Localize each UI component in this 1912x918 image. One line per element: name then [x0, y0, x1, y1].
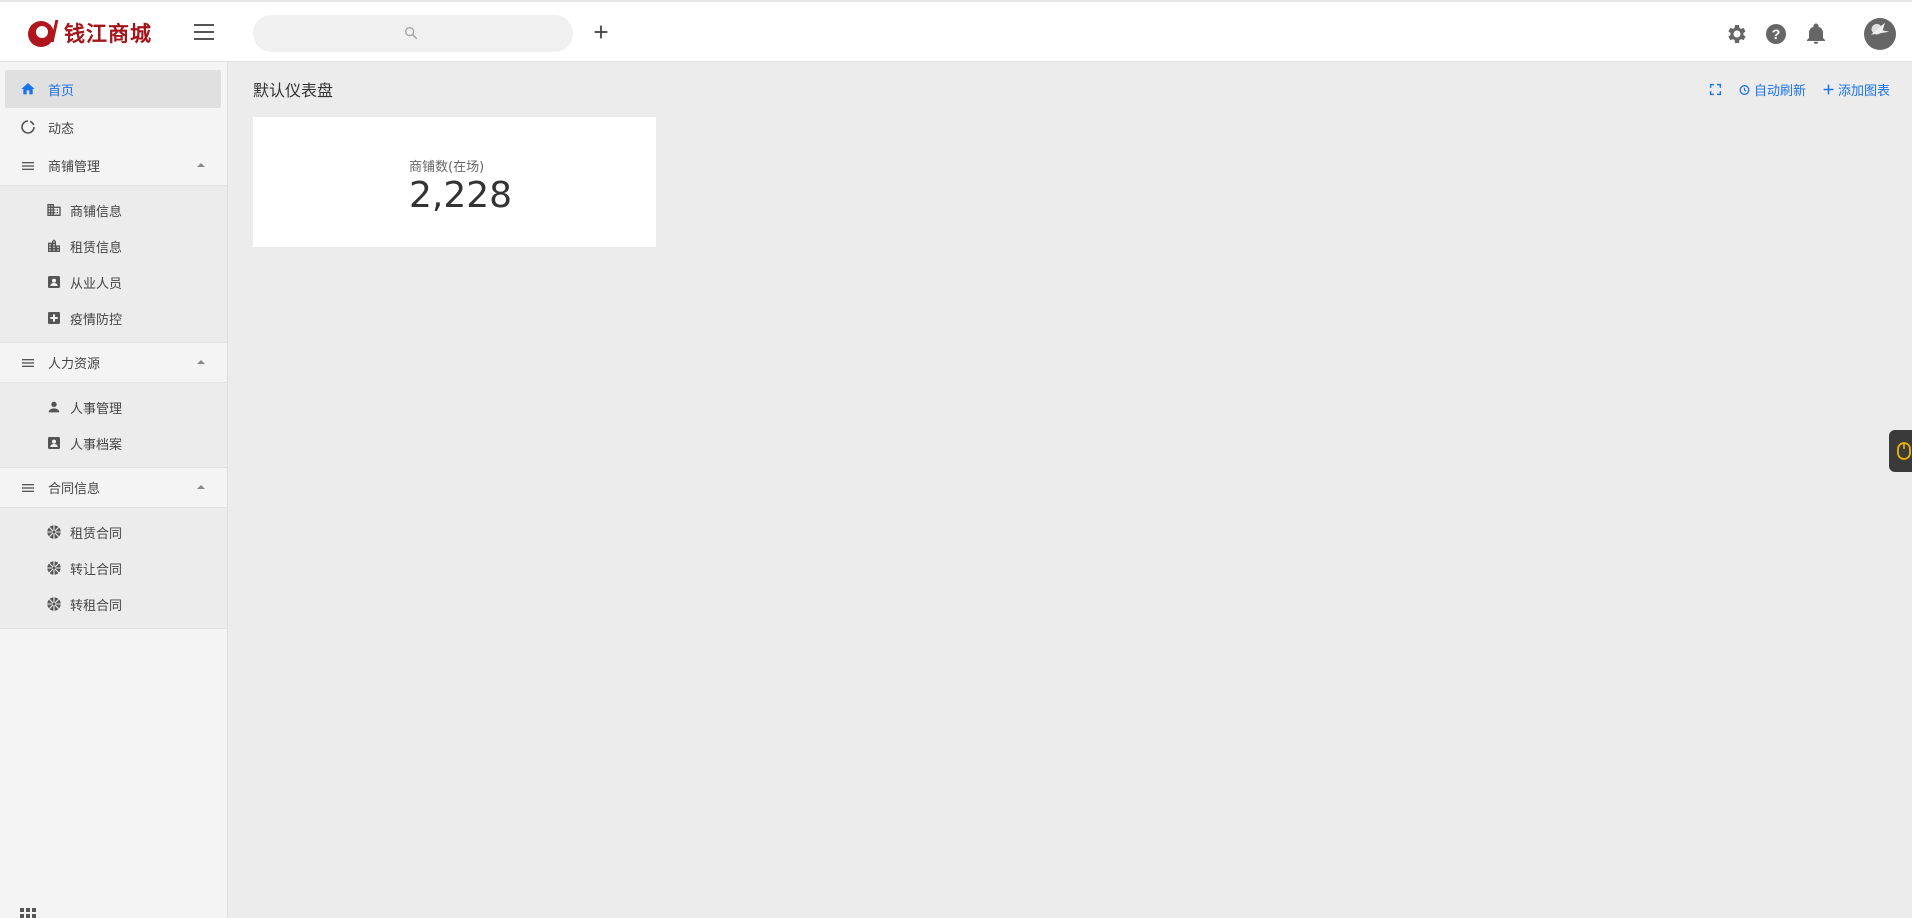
- sidebar-group-label: 商铺管理: [48, 160, 101, 175]
- sidebar-item-label: 转租合同: [70, 598, 123, 614]
- loading-circle-icon: [21, 120, 35, 134]
- bell-icon[interactable]: [1804, 22, 1828, 46]
- page-title: 默认仪表盘: [253, 81, 334, 100]
- aperture-icon: [47, 525, 61, 539]
- floating-side-tab[interactable]: [1889, 430, 1912, 472]
- gear-icon[interactable]: [1724, 22, 1748, 46]
- search-input[interactable]: [269, 15, 559, 52]
- contact-card-icon: [48, 276, 60, 288]
- sidebar-item-label: 人事档案: [70, 437, 123, 453]
- sidebar-item-transfer-contract[interactable]: 转让合同: [0, 550, 227, 586]
- sidebar-group-label: 人力资源: [48, 357, 101, 372]
- sidebar-group-shop-management[interactable]: 商铺管理: [0, 146, 227, 186]
- sidebar-item-personnel-files[interactable]: 人事档案: [0, 425, 227, 461]
- timer-icon: [1739, 85, 1750, 96]
- stat-card-label: 商铺数(在场): [409, 160, 485, 175]
- sidebar-item-lease-contract[interactable]: 租赁合同: [0, 514, 227, 550]
- sidebar-item-label: 转让合同: [70, 562, 123, 578]
- mouse-icon: [1897, 442, 1911, 460]
- lines-icon: [22, 358, 34, 367]
- person-icon: [48, 401, 60, 413]
- sidebar-group-contracts[interactable]: 合同信息: [0, 468, 227, 508]
- add-chart-label: 添加图表: [1837, 84, 1890, 99]
- sidebar-item-activity[interactable]: 动态: [0, 108, 227, 146]
- menu-icon[interactable]: [194, 24, 214, 40]
- aperture-icon: [47, 561, 61, 575]
- dashboard-actions: 自动刷新 添加图表: [1709, 80, 1890, 99]
- sidebar-item-label: 租赁信息: [70, 240, 123, 256]
- apps-grid-icon[interactable]: [20, 908, 36, 918]
- sidebar-item-sublease-contract[interactable]: 转租合同: [0, 586, 227, 622]
- top-bar: 钱江商城 ?: [0, 0, 1912, 62]
- sidebar-item-label: 租赁合同: [70, 526, 123, 542]
- sidebar-submenu: 人事管理 人事档案: [0, 383, 227, 468]
- sidebar-item-shop-info[interactable]: 商铺信息: [0, 192, 227, 228]
- add-chart-button[interactable]: 添加图表: [1822, 80, 1890, 99]
- building-icon: [47, 204, 61, 216]
- help-icon[interactable]: ?: [1764, 22, 1788, 46]
- search-box[interactable]: [253, 15, 573, 52]
- auto-refresh-label: 自动刷新: [1753, 84, 1806, 99]
- sidebar-item-label: 首页: [48, 83, 75, 99]
- sidebar-submenu: 租赁合同 转让合同 转租合同: [0, 508, 227, 629]
- sidebar-group-human-resources[interactable]: 人力资源: [0, 343, 227, 383]
- city-icon: [48, 239, 60, 252]
- sidebar-item-staff[interactable]: 从业人员: [0, 264, 227, 300]
- svg-text:?: ?: [1772, 26, 1781, 42]
- app-logo[interactable]: 钱江商城: [26, 16, 152, 50]
- sidebar-item-personnel[interactable]: 人事管理: [0, 389, 227, 425]
- plus-icon[interactable]: [590, 21, 612, 43]
- medical-plus-icon: [48, 312, 60, 324]
- fullscreen-icon[interactable]: [1709, 83, 1722, 96]
- lines-icon: [22, 483, 34, 492]
- logo-text: 钱江商城: [64, 22, 152, 46]
- chevron-up-icon: [197, 163, 205, 167]
- sidebar-submenu: 商铺信息 租赁信息 从业人员 疫情防控: [0, 186, 227, 343]
- aperture-icon: [47, 597, 61, 611]
- sidebar-group-label: 合同信息: [48, 482, 101, 497]
- stat-card-value: 2,228: [409, 175, 513, 216]
- header-actions: ?: [1724, 18, 1896, 50]
- logo-mark: [26, 18, 60, 48]
- stat-card[interactable]: 商铺数(在场) 2,228: [253, 117, 656, 247]
- contact-card-icon: [48, 437, 60, 449]
- home-icon: [21, 83, 35, 95]
- sidebar-item-label: 从业人员: [70, 276, 123, 292]
- avatar[interactable]: [1864, 18, 1896, 50]
- sidebar-item-label: 人事管理: [70, 401, 123, 417]
- sidebar: 首页 动态 商铺管理 商铺信息 租赁信息 从业人员 疫情防控 人力资源 人事管理…: [0, 62, 228, 918]
- lines-icon: [22, 161, 34, 170]
- chevron-up-icon: [197, 360, 205, 364]
- sidebar-item-label: 商铺信息: [70, 204, 123, 220]
- sidebar-item-label: 疫情防控: [70, 312, 123, 328]
- chevron-up-icon: [197, 485, 205, 489]
- sidebar-item-lease-info[interactable]: 租赁信息: [0, 228, 227, 264]
- sidebar-item-home[interactable]: 首页: [5, 70, 221, 108]
- auto-refresh-button[interactable]: 自动刷新: [1738, 80, 1806, 99]
- plus-icon: [1823, 84, 1834, 95]
- sidebar-item-label: 动态: [48, 121, 75, 137]
- sidebar-item-epidemic-control[interactable]: 疫情防控: [0, 300, 227, 336]
